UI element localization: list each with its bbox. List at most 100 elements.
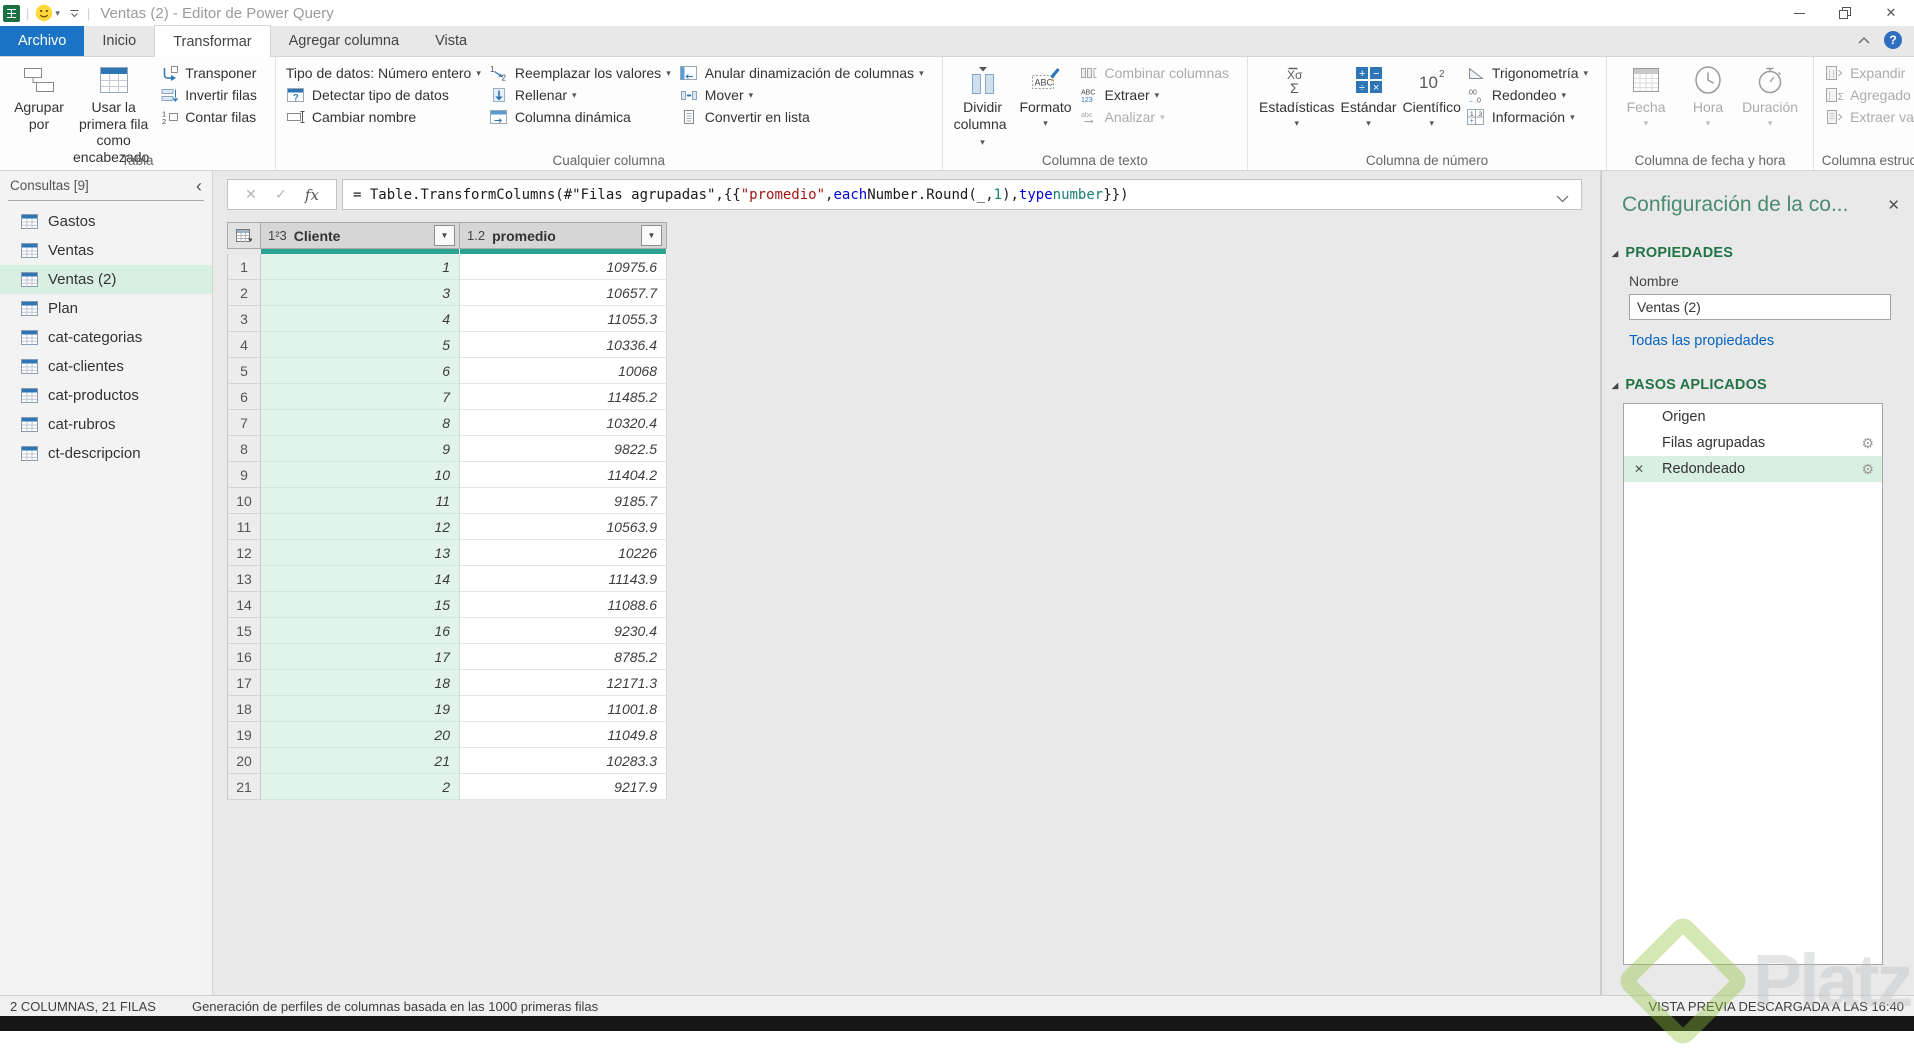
row-number[interactable]: 16 [227, 644, 261, 670]
ribbon-button-duracion[interactable]: Duración ▾ [1742, 61, 1798, 129]
cell-promedio[interactable]: 10563.9 [460, 514, 667, 540]
column-header-promedio[interactable]: 1.2 promedio ▼ [460, 222, 667, 249]
ribbon-button-reemplazar-los-valores[interactable]: 1 2 Reemplazar los valores ▾ [487, 62, 677, 84]
smiley-dropdown-icon[interactable]: ▾ [55, 8, 60, 19]
cell-cliente[interactable]: 7 [261, 384, 460, 410]
ribbon-button-expandir[interactable]: Expandir [1822, 62, 1914, 84]
delete-step-icon[interactable]: ✕ [1634, 462, 1644, 476]
ribbon-button-dividir-columna[interactable]: Dividir columna ▾ [954, 61, 1012, 149]
cell-cliente[interactable]: 17 [261, 644, 460, 670]
row-number[interactable]: 6 [227, 384, 261, 410]
row-number[interactable]: 20 [227, 748, 261, 774]
row-number[interactable]: 21 [227, 774, 261, 800]
cell-promedio[interactable]: 11088.6 [460, 592, 667, 618]
minimize-button[interactable] [1776, 0, 1822, 26]
help-icon[interactable]: ? [1884, 31, 1902, 49]
properties-section-header[interactable]: ◢ PROPIEDADES [1612, 245, 1914, 261]
cell-promedio[interactable]: 11055.3 [460, 306, 667, 332]
row-number[interactable]: 7 [227, 410, 261, 436]
restore-button[interactable] [1822, 0, 1868, 26]
ribbon-button-columna-dinamica[interactable]: Columna dinámica [487, 106, 677, 128]
sidebar-item-ventas[interactable]: Ventas [0, 236, 212, 265]
collapse-sidebar-icon[interactable]: ‹ [196, 177, 202, 195]
row-number[interactable]: 15 [227, 618, 261, 644]
sidebar-item-gastos[interactable]: Gastos [0, 207, 212, 236]
query-name-field[interactable] [1629, 294, 1891, 320]
formula-cancel-icon[interactable]: ✕ [245, 186, 257, 203]
cell-promedio[interactable]: 11001.8 [460, 696, 667, 722]
ribbon-button-informacion[interactable]: 1 3 + Información ▾ [1464, 106, 1594, 128]
ribbon-button-agregado[interactable]: Σ Agregado [1822, 84, 1914, 106]
step-settings-gear-icon[interactable]: ⚙ [1861, 435, 1874, 452]
formula-expand-icon[interactable] [1556, 191, 1569, 207]
cell-cliente[interactable]: 5 [261, 332, 460, 358]
formula-input[interactable]: = Table.TransformColumns(#"Filas agrupad… [342, 179, 1582, 210]
cell-promedio[interactable]: 10336.4 [460, 332, 667, 358]
filter-button-cliente[interactable]: ▼ [434, 225, 455, 246]
ribbon-button-agrupar-por[interactable]: Agrupar por [11, 61, 67, 132]
cell-promedio[interactable]: 9822.5 [460, 436, 667, 462]
applied-step-filas-agrupadas[interactable]: Filas agrupadas ⚙ [1624, 430, 1882, 456]
quick-access-customize-icon[interactable] [68, 7, 81, 19]
feedback-smiley-icon[interactable] [35, 4, 53, 22]
cell-cliente[interactable]: 12 [261, 514, 460, 540]
cell-promedio[interactable]: 10975.6 [460, 254, 667, 280]
sidebar-item-cat-categorias[interactable]: cat-categorias [0, 323, 212, 352]
ribbon-button-extraer[interactable]: ABC 123 Extraer ▾ [1077, 84, 1236, 106]
row-number[interactable]: 12 [227, 540, 261, 566]
applied-step-redondeado[interactable]: ✕ Redondeado ⚙ [1624, 456, 1882, 482]
cell-cliente[interactable]: 1 [261, 254, 460, 280]
sidebar-item-plan[interactable]: Plan [0, 294, 212, 323]
cell-promedio[interactable]: 9185.7 [460, 488, 667, 514]
sidebar-item-cat-clientes[interactable]: cat-clientes [0, 352, 212, 381]
ribbon-button-transponer[interactable]: Transponer [157, 62, 263, 84]
column-type-icon[interactable]: 1.2 [467, 228, 485, 243]
step-settings-gear-icon[interactable]: ⚙ [1861, 461, 1874, 478]
all-properties-link[interactable]: Todas las propiedades [1629, 333, 1914, 349]
cell-promedio[interactable]: 11049.8 [460, 722, 667, 748]
ribbon-button-anular-dinamizacion-de-columnas[interactable]: Anular dinamización de columnas ▾ [677, 62, 930, 84]
cell-promedio[interactable]: 12171.3 [460, 670, 667, 696]
cell-cliente[interactable]: 8 [261, 410, 460, 436]
cell-promedio[interactable]: 10226 [460, 540, 667, 566]
status-profiling[interactable]: Generación de perfiles de columnas basad… [192, 999, 598, 1014]
cell-cliente[interactable]: 19 [261, 696, 460, 722]
cell-cliente[interactable]: 20 [261, 722, 460, 748]
column-header-cliente[interactable]: 1²3 Cliente ▼ [261, 222, 460, 249]
cell-promedio[interactable]: 9230.4 [460, 618, 667, 644]
ribbon-button-convertir-en-lista[interactable]: Convertir en lista [677, 106, 930, 128]
cell-promedio[interactable]: 10068 [460, 358, 667, 384]
applied-steps-section-header[interactable]: ◢ PASOS APLICADOS [1612, 377, 1914, 393]
ribbon-button-rellenar[interactable]: Rellenar ▾ [487, 84, 677, 106]
ribbon-button-combinar-columnas[interactable]: Combinar columnas [1077, 62, 1236, 84]
cell-cliente[interactable]: 4 [261, 306, 460, 332]
row-number[interactable]: 10 [227, 488, 261, 514]
cell-cliente[interactable]: 21 [261, 748, 460, 774]
cell-promedio[interactable]: 11485.2 [460, 384, 667, 410]
cell-promedio[interactable]: 10320.4 [460, 410, 667, 436]
cell-cliente[interactable]: 11 [261, 488, 460, 514]
ribbon-button-trigonometria[interactable]: Trigonometría ▾ [1464, 62, 1594, 84]
cell-cliente[interactable]: 3 [261, 280, 460, 306]
cell-cliente[interactable]: 6 [261, 358, 460, 384]
tab-transformar[interactable]: Transformar [154, 25, 271, 57]
cell-promedio[interactable]: 8785.2 [460, 644, 667, 670]
select-all-corner[interactable] [227, 222, 261, 249]
row-number[interactable]: 5 [227, 358, 261, 384]
row-number[interactable]: 2 [227, 280, 261, 306]
applied-step-origen[interactable]: Origen [1624, 404, 1882, 430]
cell-promedio[interactable]: 10283.3 [460, 748, 667, 774]
tab-vista[interactable]: Vista [417, 26, 485, 56]
row-number[interactable]: 19 [227, 722, 261, 748]
tab-agregar-columna[interactable]: Agregar columna [271, 26, 417, 56]
cell-cliente[interactable]: 2 [261, 774, 460, 800]
cell-cliente[interactable]: 18 [261, 670, 460, 696]
ribbon-button-estadisticas[interactable]: Xσ Σ Estadísticas ▾ [1259, 61, 1335, 129]
ribbon-button-cambiar-nombre[interactable]: Cambiar nombre [284, 106, 487, 128]
close-panel-icon[interactable]: ✕ [1887, 196, 1900, 214]
row-number[interactable]: 17 [227, 670, 261, 696]
ribbon-button-fecha[interactable]: Fecha ▾ [1618, 61, 1674, 129]
row-number[interactable]: 1 [227, 254, 261, 280]
ribbon-button-detectar-tipo-de-datos[interactable]: ? Detectar tipo de datos [284, 84, 487, 106]
column-type-icon[interactable]: 1²3 [268, 228, 287, 243]
